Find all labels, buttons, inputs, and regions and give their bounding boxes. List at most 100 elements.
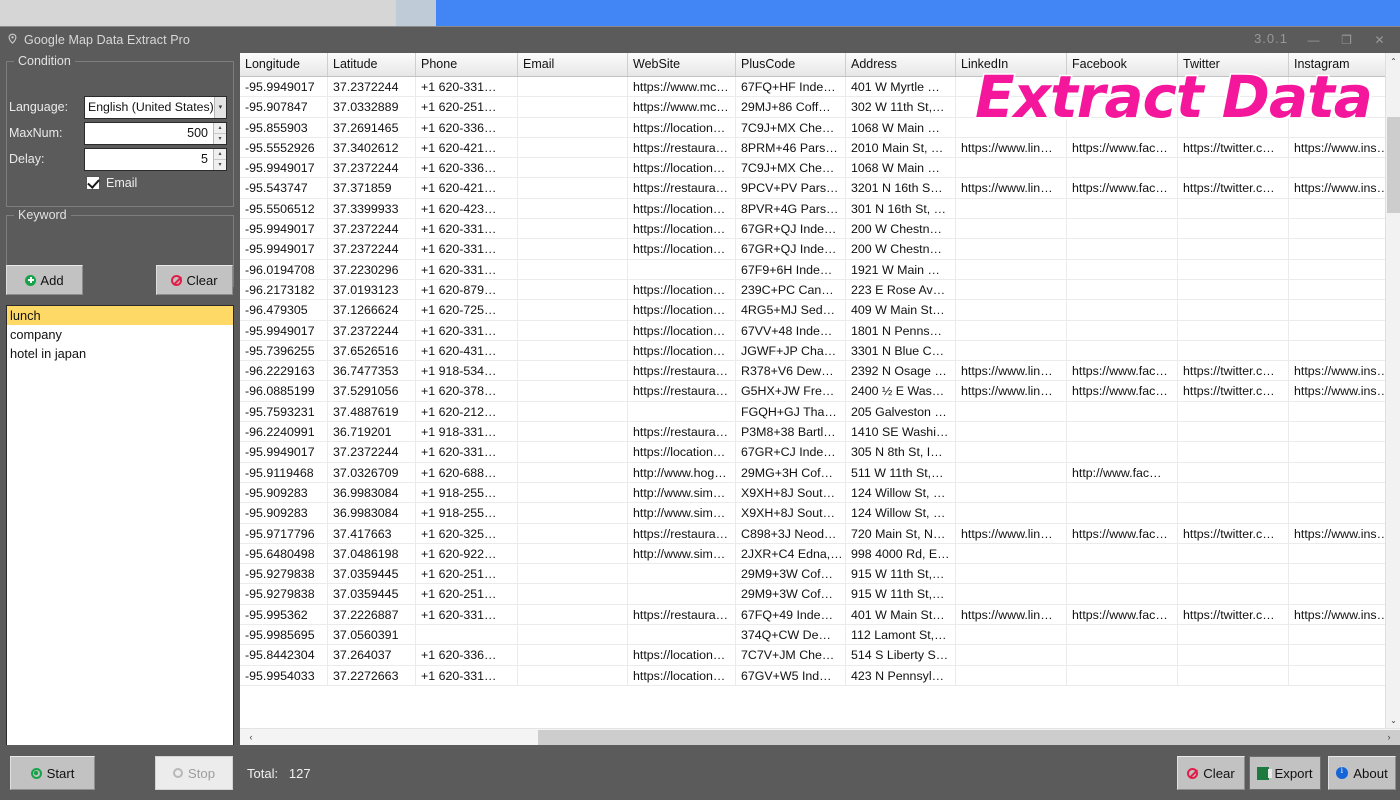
table-row[interactable]: -95.550651237.3399933+1 620-423…https://… [240, 199, 1385, 219]
cell-facebook[interactable] [1067, 625, 1178, 645]
cell-longitude[interactable]: -95.9119468 [240, 463, 328, 483]
cell-linkedin[interactable] [956, 584, 1067, 604]
cell-latitude[interactable]: 37.371859 [328, 178, 416, 198]
cell-email[interactable] [518, 564, 628, 584]
cell-latitude[interactable]: 37.0359445 [328, 584, 416, 604]
cell-address[interactable]: 2010 Main St, … [846, 138, 956, 158]
cell-facebook[interactable] [1067, 666, 1178, 686]
cell-linkedin[interactable] [956, 645, 1067, 665]
cell-linkedin[interactable] [956, 321, 1067, 341]
cell-email[interactable] [518, 321, 628, 341]
cell-phone[interactable]: +1 620-331… [416, 239, 518, 259]
cell-email[interactable] [518, 239, 628, 259]
cell-instagram[interactable] [1289, 199, 1385, 219]
clear-keyword-button[interactable]: Clear [156, 265, 233, 295]
table-row[interactable]: -95.54374737.371859+1 620-421…https://re… [240, 178, 1385, 198]
cell-website[interactable] [628, 402, 736, 422]
cell-pluscode[interactable]: 2JXR+C4 Edna,… [736, 544, 846, 564]
cell-linkedin[interactable] [956, 219, 1067, 239]
cell-pluscode[interactable]: 67GV+W5 Ind… [736, 666, 846, 686]
cell-linkedin[interactable] [956, 503, 1067, 523]
table-row[interactable]: -96.222916336.7477353+1 918-534…https://… [240, 361, 1385, 381]
cell-facebook[interactable] [1067, 158, 1178, 178]
cell-pluscode[interactable]: FGQH+GJ Tha… [736, 402, 846, 422]
cell-email[interactable] [518, 118, 628, 138]
cell-website[interactable] [628, 584, 736, 604]
cell-phone[interactable]: +1 620-336… [416, 645, 518, 665]
cell-address[interactable]: 423 N Pennsyl… [846, 666, 956, 686]
cell-twitter[interactable] [1178, 645, 1289, 665]
table-row[interactable]: -95.994901737.2372244+1 620-336…https://… [240, 158, 1385, 178]
cell-longitude[interactable]: -95.9954033 [240, 666, 328, 686]
cell-longitude[interactable]: -95.9949017 [240, 158, 328, 178]
cell-latitude[interactable]: 37.417663 [328, 524, 416, 544]
export-button[interactable]: Export [1249, 756, 1321, 790]
cell-email[interactable] [518, 300, 628, 320]
cell-address[interactable]: 124 Willow St, … [846, 503, 956, 523]
cell-linkedin[interactable] [956, 280, 1067, 300]
cell-website[interactable]: https://location… [628, 118, 736, 138]
cell-pluscode[interactable]: 374Q+CW De… [736, 625, 846, 645]
close-button[interactable]: ✕ [1363, 27, 1396, 53]
cell-pluscode[interactable]: 29MJ+86 Coff… [736, 97, 846, 117]
cell-latitude[interactable]: 37.0332889 [328, 97, 416, 117]
cell-phone[interactable]: +1 620-212… [416, 402, 518, 422]
cell-phone[interactable]: +1 620-421… [416, 138, 518, 158]
chevron-down-icon[interactable]: ▾ [214, 97, 226, 118]
column-header-latitude[interactable]: Latitude [328, 53, 416, 76]
cell-longitude[interactable]: -95.9279838 [240, 564, 328, 584]
cell-website[interactable]: https://restaura… [628, 361, 736, 381]
cell-phone[interactable]: +1 620-251… [416, 564, 518, 584]
cell-instagram[interactable] [1289, 219, 1385, 239]
scroll-left-icon[interactable]: ‹ [243, 729, 259, 745]
cell-instagram[interactable] [1289, 321, 1385, 341]
cell-phone[interactable]: +1 620-378… [416, 381, 518, 401]
scroll-right-icon[interactable]: › [1381, 729, 1397, 745]
column-header-email[interactable]: Email [518, 53, 628, 76]
cell-website[interactable] [628, 564, 736, 584]
cell-pluscode[interactable]: 67GR+CJ Inde… [736, 442, 846, 462]
email-checkbox-row[interactable]: Email [86, 176, 137, 190]
cell-latitude[interactable]: 37.2372244 [328, 158, 416, 178]
cell-longitude[interactable]: -96.2240991 [240, 422, 328, 442]
cell-website[interactable]: https://restaura… [628, 381, 736, 401]
cell-longitude[interactable]: -95.9717796 [240, 524, 328, 544]
cell-linkedin[interactable]: https://www.lin… [956, 361, 1067, 381]
cell-twitter[interactable] [1178, 503, 1289, 523]
cell-pluscode[interactable]: 67FQ+HF Inde… [736, 77, 846, 97]
cell-latitude[interactable]: 37.264037 [328, 645, 416, 665]
cell-email[interactable] [518, 260, 628, 280]
cell-pluscode[interactable]: 7C9J+MX Che… [736, 118, 846, 138]
cell-pluscode[interactable]: 8PRM+46 Pars… [736, 138, 846, 158]
cell-phone[interactable]: +1 620-331… [416, 321, 518, 341]
cell-pluscode[interactable]: 9PCV+PV Pars… [736, 178, 846, 198]
table-row[interactable]: -95.995403337.2272663+1 620-331…https://… [240, 666, 1385, 686]
cell-address[interactable]: 915 W 11th St,… [846, 584, 956, 604]
cell-instagram[interactable]: https://www.ins… [1289, 138, 1385, 158]
cell-facebook[interactable]: https://www.fac… [1067, 138, 1178, 158]
scroll-down-icon[interactable]: ⌄ [1386, 712, 1400, 728]
cell-facebook[interactable] [1067, 300, 1178, 320]
cell-twitter[interactable] [1178, 158, 1289, 178]
clear-results-button[interactable]: Clear [1177, 756, 1245, 790]
cell-phone[interactable] [416, 625, 518, 645]
cell-address[interactable]: 200 W Chestn… [846, 219, 956, 239]
cell-instagram[interactable] [1289, 584, 1385, 604]
cell-facebook[interactable]: https://www.fac… [1067, 178, 1178, 198]
cell-facebook[interactable] [1067, 584, 1178, 604]
cell-pluscode[interactable]: C898+3J Neod… [736, 524, 846, 544]
cell-latitude[interactable]: 37.0193123 [328, 280, 416, 300]
cell-phone[interactable]: +1 620-251… [416, 584, 518, 604]
cell-longitude[interactable]: -95.909283 [240, 503, 328, 523]
cell-instagram[interactable] [1289, 564, 1385, 584]
table-row[interactable]: -95.90928336.9983084+1 918-255…http://ww… [240, 483, 1385, 503]
cell-phone[interactable]: +1 620-336… [416, 118, 518, 138]
cell-address[interactable]: 3201 N 16th S… [846, 178, 956, 198]
cell-longitude[interactable]: -95.9279838 [240, 584, 328, 604]
table-row[interactable]: -96.224099136.719201+1 918-331…https://r… [240, 422, 1385, 442]
cell-phone[interactable]: +1 620-331… [416, 442, 518, 462]
table-row[interactable]: -95.844230437.264037+1 620-336…https://l… [240, 645, 1385, 665]
cell-website[interactable]: https://restaura… [628, 422, 736, 442]
cell-email[interactable] [518, 584, 628, 604]
cell-linkedin[interactable] [956, 341, 1067, 361]
